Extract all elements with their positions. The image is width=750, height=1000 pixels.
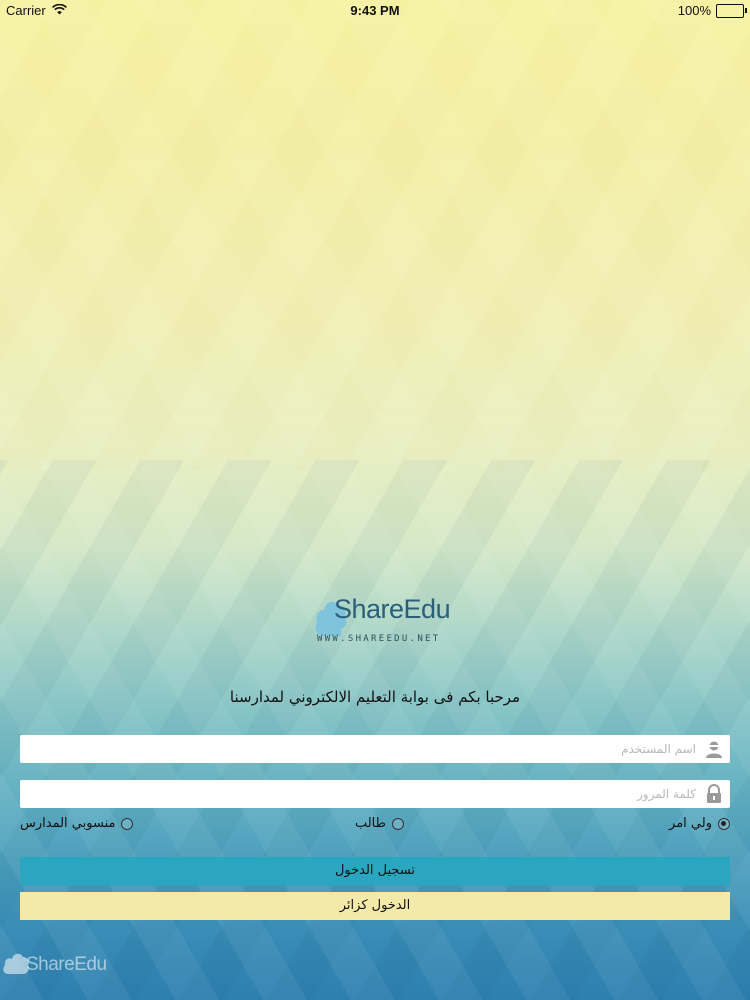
- password-field[interactable]: [20, 780, 730, 808]
- role-label-student: طالب: [354, 816, 386, 831]
- role-option-student[interactable]: طالب: [355, 816, 404, 831]
- role-label-guardian: ولي امر: [669, 816, 712, 831]
- guest-login-button[interactable]: الدخول كزائر: [20, 892, 730, 920]
- password-input[interactable]: [28, 780, 696, 808]
- lock-icon: [704, 784, 724, 804]
- user-icon: [704, 739, 724, 759]
- role-selector: ولي امر طالب منسوبي المدارس: [20, 816, 730, 836]
- shareedu-logo: ShareEdu WWW.SHAREEDU.NET: [312, 588, 451, 652]
- logo-name: ShareEdu: [334, 594, 451, 624]
- logo-url: WWW.SHAREEDU.NET: [317, 634, 441, 644]
- status-bar: Carrier 9:43 PM 100%: [0, 0, 750, 22]
- footer-logo-text: ShareEdu: [26, 954, 107, 975]
- role-option-staff[interactable]: منسوبي المدارس: [20, 816, 134, 831]
- username-field[interactable]: [20, 735, 730, 763]
- radio-icon[interactable]: [392, 817, 404, 830]
- battery-icon: [716, 3, 747, 18]
- footer-logo: ShareEdu: [2, 950, 132, 980]
- background-facets-top: [0, 0, 750, 470]
- username-input[interactable]: [28, 735, 696, 763]
- status-right: 100%: [677, 3, 747, 18]
- welcome-text: مرحبا بكم فى بوابة التعليم الالكتروني لم…: [229, 688, 521, 706]
- status-time: 9:43 PM: [350, 3, 400, 18]
- login-button[interactable]: تسجيل الدخول: [20, 857, 730, 885]
- role-option-guardian[interactable]: ولي امر: [669, 816, 730, 831]
- role-label-staff: منسوبي المدارس: [20, 816, 116, 831]
- battery-percent: 100%: [677, 3, 711, 18]
- radio-selected-icon[interactable]: [718, 817, 730, 830]
- radio-icon[interactable]: [121, 817, 134, 830]
